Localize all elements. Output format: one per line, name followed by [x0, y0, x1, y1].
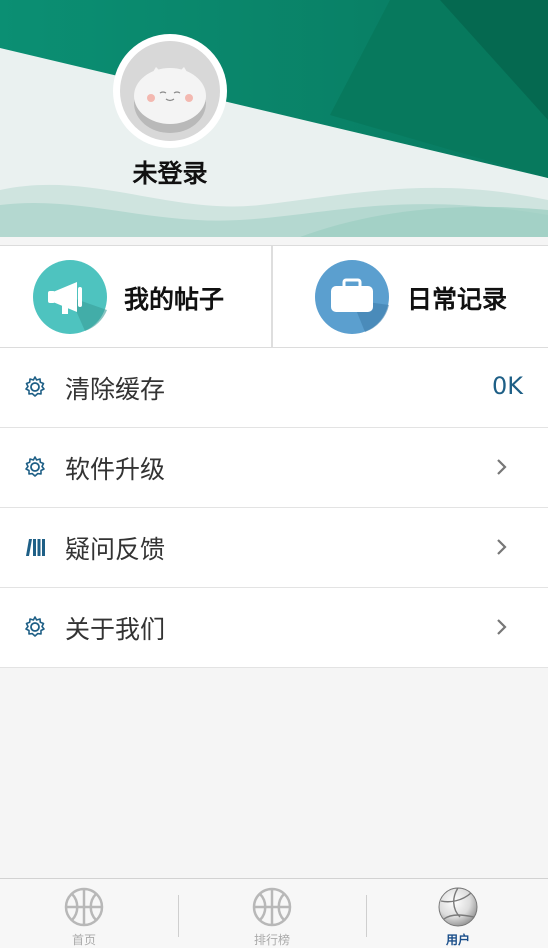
- bottom-tab-bar: 首页 排行榜 用户: [0, 878, 548, 948]
- daily-record-button[interactable]: 日常记录: [273, 246, 548, 347]
- header-background: [0, 0, 548, 237]
- chevron-right-icon: [497, 619, 507, 635]
- quick-actions: 我的帖子 日常记录: [0, 245, 548, 348]
- basketball-icon: [252, 887, 292, 927]
- tab-ranking-label: 排行榜: [253, 933, 290, 947]
- tab-home-label: 首页: [71, 933, 96, 947]
- briefcase-icon: [315, 260, 389, 334]
- feedback-row[interactable]: 疑问反馈: [0, 508, 548, 588]
- avatar-face-icon: [120, 41, 220, 141]
- my-posts-label: 我的帖子: [124, 285, 225, 314]
- profile-header: 未登录: [0, 0, 548, 237]
- software-upgrade-row[interactable]: 软件升级: [0, 428, 548, 508]
- chevron-right-icon: [497, 459, 507, 475]
- books-icon: [26, 539, 45, 556]
- tab-user[interactable]: 用户: [418, 879, 498, 948]
- gear-icon: [25, 376, 45, 397]
- login-status[interactable]: 未登录: [90, 154, 250, 190]
- cache-size-value: 0K: [491, 372, 523, 400]
- tab-home[interactable]: 首页: [44, 879, 124, 948]
- chevron-right-icon: [497, 539, 507, 555]
- clear-cache-label: 清除缓存: [65, 375, 166, 404]
- gear-icon: [25, 456, 45, 477]
- tab-ranking[interactable]: 排行榜: [232, 879, 312, 948]
- volleyball-icon: [438, 887, 478, 927]
- settings-menu: 清除缓存 0K 软件升级 疑问反馈 关于我们: [0, 348, 548, 668]
- tab-separator: [366, 895, 367, 937]
- my-posts-button[interactable]: 我的帖子: [0, 246, 272, 347]
- basketball-icon: [64, 887, 104, 927]
- megaphone-icon: [33, 260, 107, 334]
- gear-icon: [25, 616, 45, 637]
- avatar[interactable]: [113, 34, 227, 148]
- software-upgrade-label: 软件升级: [65, 455, 166, 484]
- tab-user-label: 用户: [445, 933, 470, 947]
- feedback-label: 疑问反馈: [65, 535, 166, 564]
- about-us-label: 关于我们: [65, 615, 166, 644]
- tab-separator: [178, 895, 179, 937]
- about-us-row[interactable]: 关于我们: [0, 588, 548, 668]
- clear-cache-row[interactable]: 清除缓存 0K: [0, 348, 548, 428]
- daily-record-label: 日常记录: [407, 285, 508, 314]
